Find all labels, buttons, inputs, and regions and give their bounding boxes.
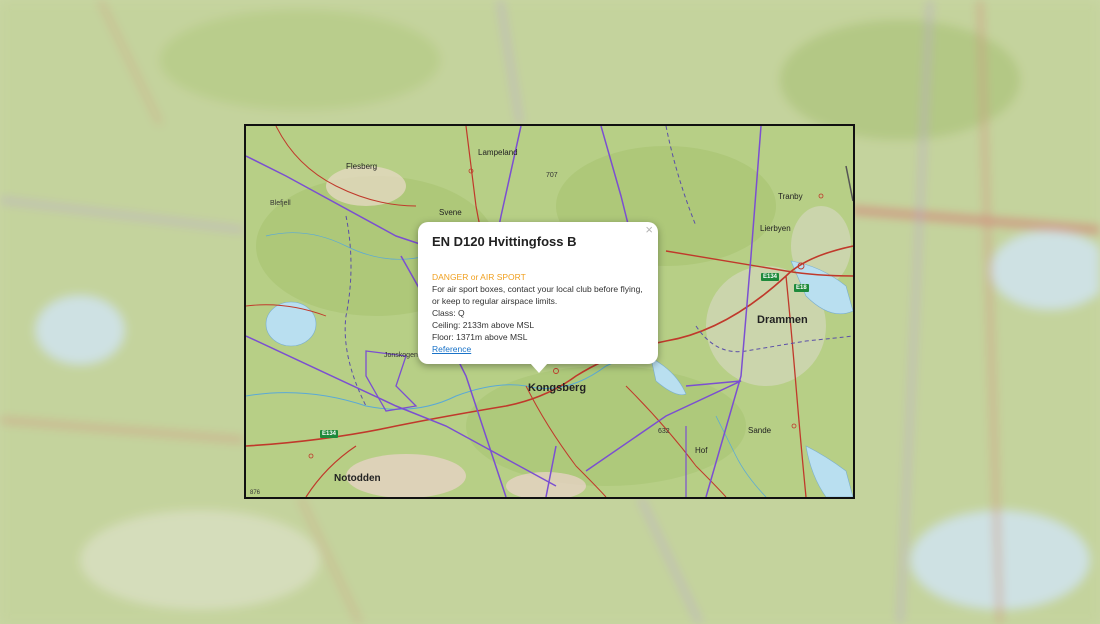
- place-svene: Svene: [439, 208, 462, 217]
- elevation-label: 876: [250, 490, 261, 496]
- road-shield: E134: [761, 273, 780, 281]
- place-hof: Hof: [695, 446, 708, 455]
- place-flesberg: Flesberg: [346, 162, 378, 171]
- elevation-label: 707: [546, 172, 558, 179]
- airspace-description: For air sport boxes, contact your local …: [432, 284, 643, 306]
- place-tranby: Tranby: [778, 192, 803, 201]
- airspace-ceiling: Ceiling: 2133m above MSL: [432, 320, 535, 330]
- reference-link[interactable]: Reference: [432, 344, 471, 354]
- place-lampeland: Lampeland: [478, 148, 518, 157]
- place-lierbyen: Lierbyen: [760, 224, 791, 233]
- elevation-label: 632: [658, 428, 670, 435]
- close-icon[interactable]: ×: [645, 223, 653, 237]
- airspace-info-popup: × EN D120 Hvittingfoss B DANGER or AIR S…: [418, 222, 658, 373]
- place-drammen: Drammen: [757, 314, 808, 326]
- popup-pointer: [530, 363, 548, 373]
- place-blefjell: Blefjell: [270, 200, 291, 207]
- popup-title: EN D120 Hvittingfoss B: [432, 234, 577, 249]
- airspace-class: Class: Q: [432, 308, 465, 318]
- road-shield: E18: [794, 284, 809, 292]
- airspace-floor: Floor: 1371m above MSL: [432, 332, 528, 342]
- road-shield: E134: [320, 430, 339, 438]
- place-sande: Sande: [748, 426, 772, 435]
- map-view[interactable]: Flesberg Lampeland Blefjell Svene Tranby…: [244, 124, 855, 499]
- place-kongsberg: Kongsberg: [528, 382, 587, 394]
- place-notodden: Notodden: [334, 473, 381, 484]
- place-jonskogen: Jonskogen: [384, 352, 418, 359]
- airspace-category: DANGER or AIR SPORT: [432, 272, 526, 282]
- popup-body: DANGER or AIR SPORT For air sport boxes,…: [432, 271, 650, 355]
